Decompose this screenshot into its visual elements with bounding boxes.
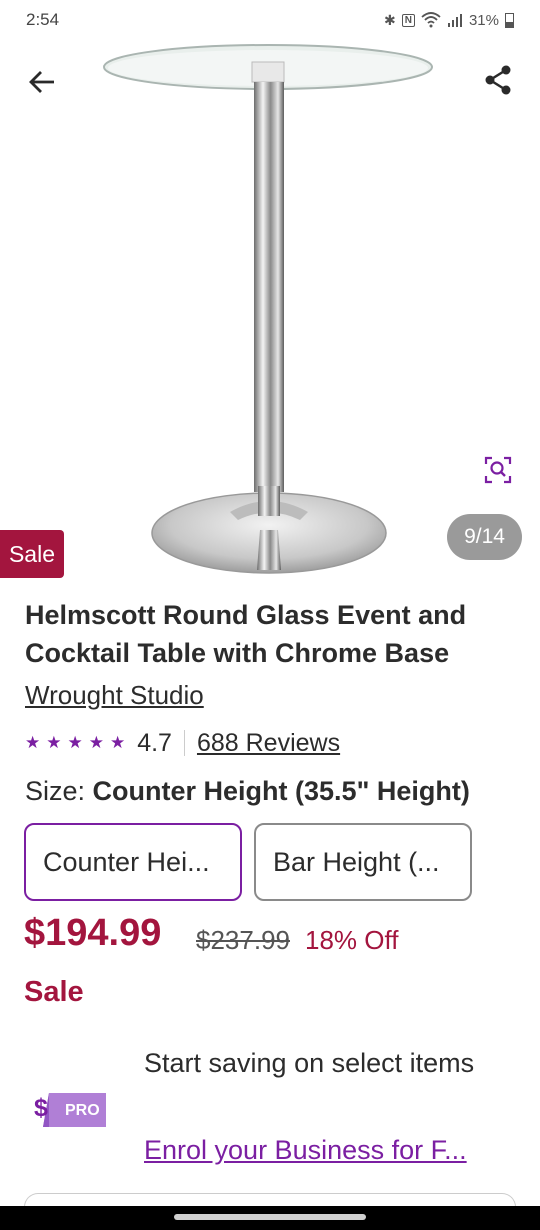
pro-logo: $ PRO — [33, 1091, 108, 1133]
size-selection-label: Size: Counter Height (35.5" Height) — [25, 776, 470, 807]
status-time: 2:54 — [26, 10, 60, 29]
reviews-link[interactable]: 688 Reviews — [197, 729, 340, 758]
status-icons: ✱ N 31% — [384, 12, 514, 29]
bluetooth-icon: ✱ — [384, 11, 396, 28]
size-selected-value: Counter Height (35.5" Height) — [92, 776, 470, 806]
original-price: $237.99 — [196, 925, 290, 955]
image-counter: 9/14 — [447, 514, 522, 560]
share-icon — [485, 65, 511, 95]
product-title: Helmscott Round Glass Event and Cocktail… — [25, 600, 467, 668]
zoom-button[interactable] — [480, 452, 516, 488]
discount-percent: 18% Off — [305, 925, 399, 955]
size-option-label: Bar Height (... — [273, 846, 440, 877]
home-handle[interactable] — [174, 1214, 366, 1220]
rating-value: 4.7 — [137, 728, 172, 757]
pro-banner-text: Start saving on select items — [144, 1048, 475, 1078]
battery-level: 31% — [468, 11, 499, 29]
star-rating-icon: ★★★★★ — [25, 733, 132, 752]
enrol-business-link[interactable]: Enrol your Business for F... — [144, 1135, 467, 1166]
sale-price: $194.99 — [24, 912, 162, 954]
product-image-gallery[interactable]: 9/14 Sale — [0, 40, 540, 600]
wifi-icon — [421, 12, 441, 28]
nfc-icon: N — [401, 13, 415, 27]
sale-tag: Sale — [0, 530, 64, 578]
sale-label: Sale — [24, 976, 84, 1008]
brand-link[interactable]: Wrought Studio — [25, 680, 204, 711]
size-label: Size: — [25, 776, 86, 806]
rating-row[interactable]: ★★★★★ 4.7 688 Reviews — [25, 728, 340, 758]
pro-logo-dollar: $ — [34, 1094, 48, 1122]
battery-icon — [505, 12, 514, 28]
back-arrow-icon — [29, 71, 54, 93]
rating-divider — [183, 730, 185, 756]
size-option-label: Counter Hei... — [43, 846, 210, 877]
size-option-counter-height[interactable]: Counter Hei... — [24, 823, 242, 901]
back-button[interactable] — [22, 62, 62, 102]
size-option-bar-height[interactable]: Bar Height (... — [254, 823, 472, 901]
share-button[interactable] — [478, 60, 518, 100]
pro-logo-text: PRO — [65, 1102, 100, 1119]
status-bar: 2:54 ✱ N 31% — [0, 0, 540, 40]
zoom-icon — [484, 456, 512, 484]
signal-icon — [447, 14, 462, 27]
